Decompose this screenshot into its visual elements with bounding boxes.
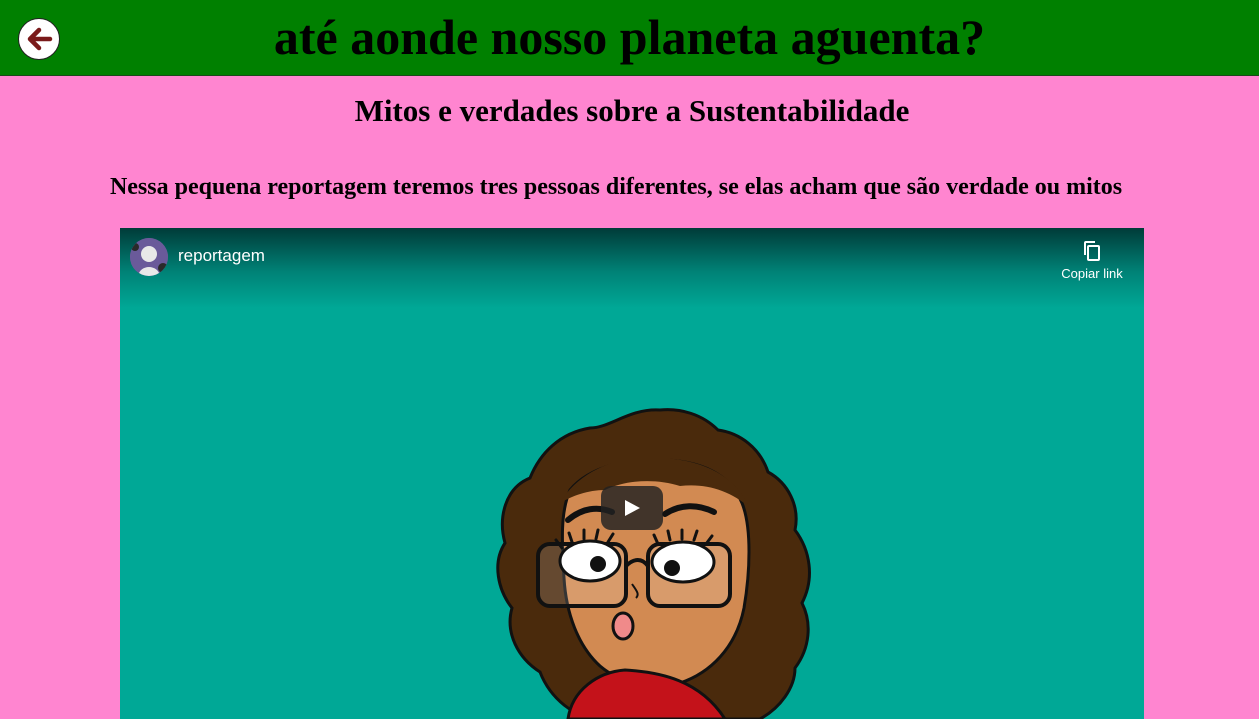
- copy-icon: [1084, 241, 1100, 261]
- copy-link-button[interactable]: Copiar link: [1052, 238, 1132, 288]
- video-title[interactable]: reportagem: [178, 246, 265, 266]
- page-subtitle: Mitos e verdades sobre a Sustentabilidad…: [354, 93, 910, 128]
- copy-link-label: Copiar link: [1061, 266, 1123, 281]
- avatar-image: [130, 238, 168, 276]
- video-player[interactable]: reportagem Copiar link: [120, 228, 1144, 719]
- intro-text: Nessa pequena reportagem teremos tres pe…: [109, 174, 1123, 200]
- site-title: até aonde nosso planeta aguenta?: [273, 9, 986, 65]
- left-eye: [558, 539, 622, 583]
- play-icon: [625, 500, 640, 516]
- right-eye: [650, 540, 716, 584]
- right-pupil: [664, 560, 680, 576]
- left-pupil: [590, 556, 606, 572]
- play-button[interactable]: [601, 486, 663, 530]
- mouth: [611, 611, 635, 641]
- video-top-bar: [120, 228, 1144, 308]
- header-bar: até aonde nosso planeta aguenta?: [0, 0, 1259, 76]
- channel-avatar[interactable]: [130, 238, 168, 276]
